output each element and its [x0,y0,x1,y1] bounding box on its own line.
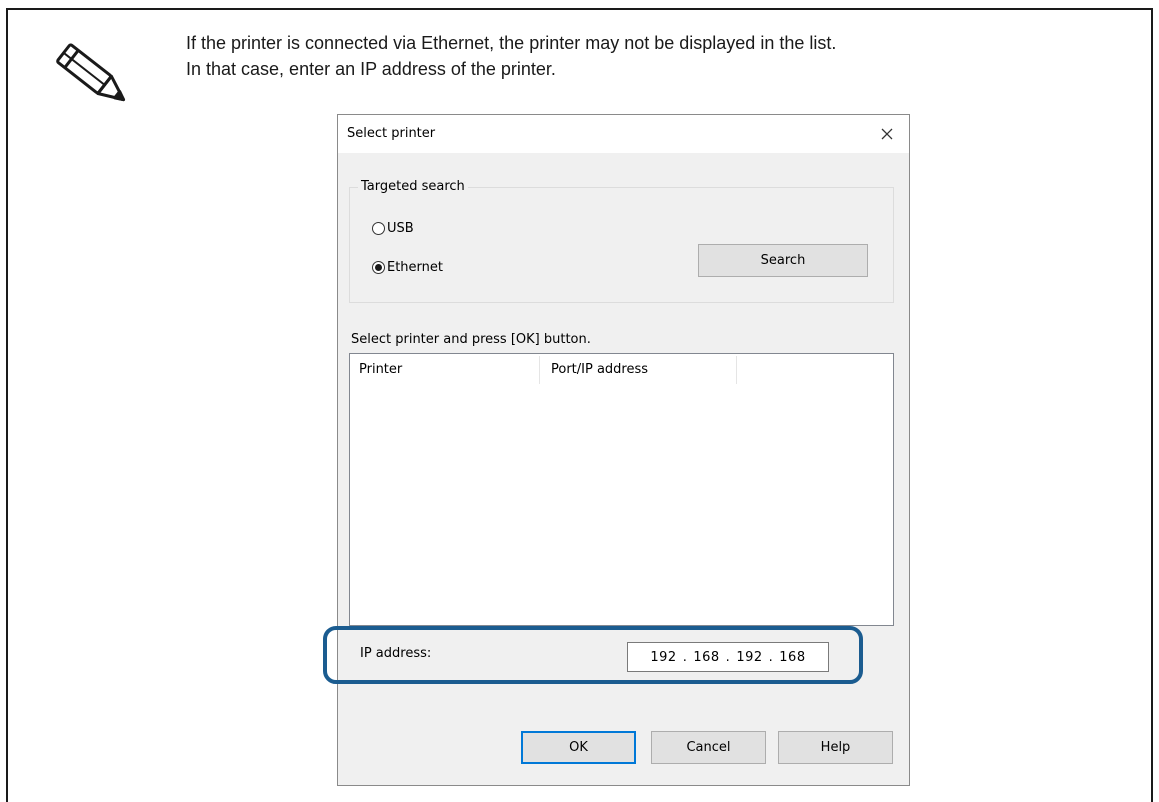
column-port-ip[interactable]: Port/IP address [551,354,736,384]
usb-radio-circle [372,222,385,235]
search-button[interactable]: Search [698,244,868,277]
pencil-icon [56,43,126,102]
column-divider [539,356,540,384]
printer-list[interactable]: Printer Port/IP address [349,353,894,626]
targeted-search-group: Targeted search USB Ethernet Search [349,179,894,303]
select-printer-dialog: Select printer Targeted search USB Ether… [337,114,910,786]
note-line-1: If the printer is connected via Ethernet… [186,33,837,53]
close-button[interactable] [865,115,909,153]
ethernet-radio-circle [372,261,385,274]
column-divider [736,356,737,384]
dialog-titlebar: Select printer [338,115,909,153]
help-button[interactable]: Help [778,731,893,764]
column-printer[interactable]: Printer [359,354,539,384]
usb-radio-label: USB [387,221,414,236]
ok-button[interactable]: OK [521,731,636,764]
ethernet-radio-label: Ethernet [387,260,443,275]
note-text: If the printer is connected via Ethernet… [186,30,836,82]
targeted-search-legend: Targeted search [358,179,468,194]
note-line-2: In that case, enter an IP address of the… [186,59,556,79]
close-icon [881,128,893,140]
dialog-title: Select printer [347,126,436,141]
ethernet-radio[interactable]: Ethernet [372,260,443,275]
list-instruction: Select printer and press [OK] button. [351,332,591,347]
ip-address-highlight [323,626,863,684]
usb-radio[interactable]: USB [372,221,414,236]
cancel-button[interactable]: Cancel [651,731,766,764]
